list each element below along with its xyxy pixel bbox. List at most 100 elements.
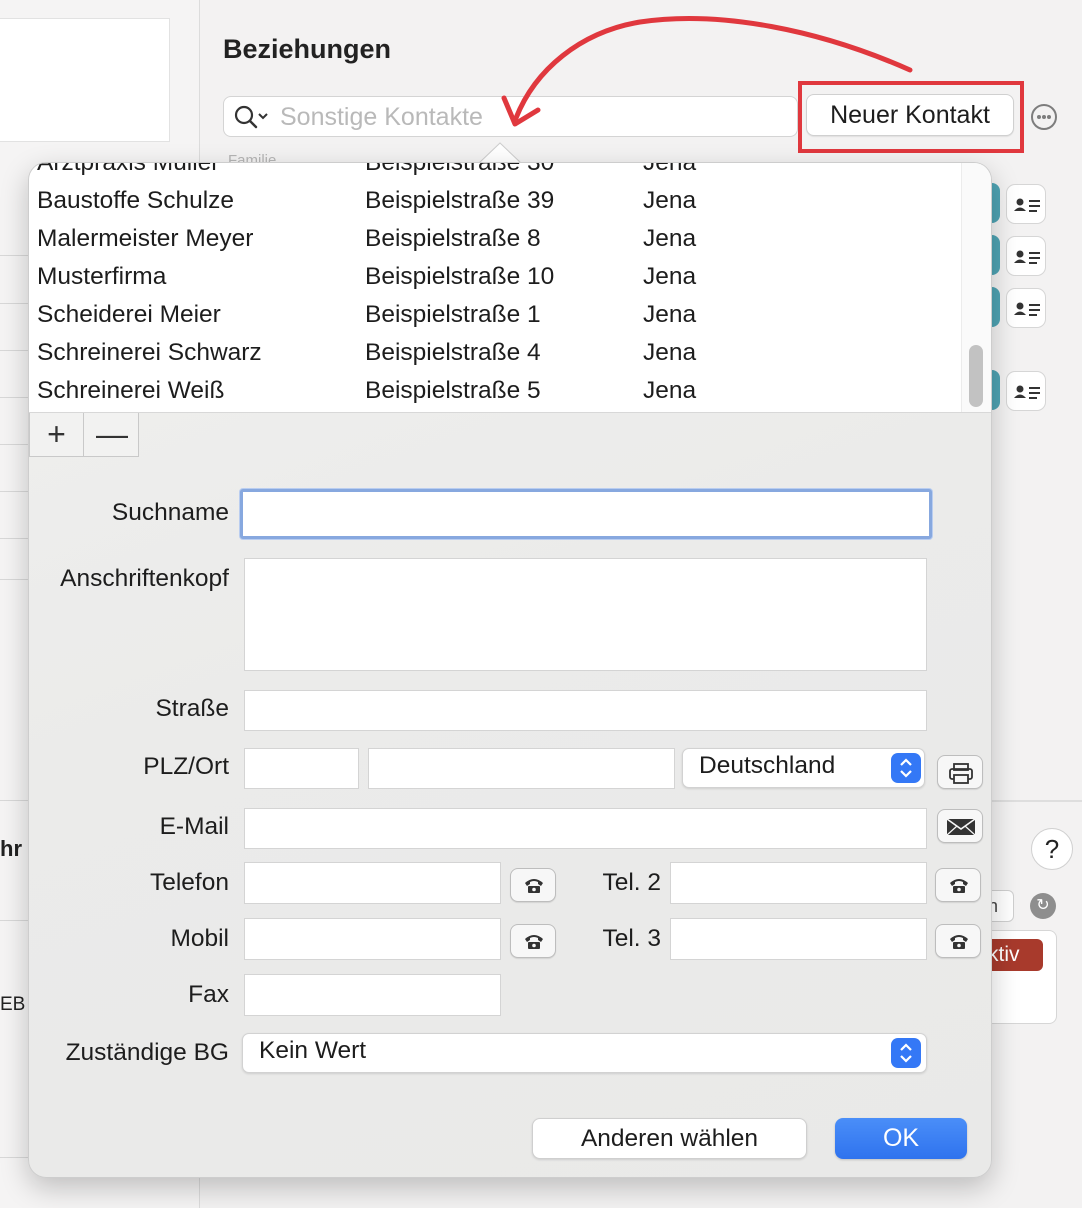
phone-icon — [525, 879, 543, 893]
left-row-divider — [0, 255, 28, 256]
fax-input[interactable] — [244, 974, 501, 1016]
contact-city: Jena — [643, 339, 697, 366]
left-row-divider — [0, 491, 28, 492]
email-input[interactable] — [244, 808, 927, 849]
search-input[interactable]: Sonstige Kontakte — [223, 96, 798, 137]
page-title: Beziehungen — [223, 34, 392, 64]
bg-select[interactable]: Kein Wert — [242, 1033, 927, 1073]
country-select-value: Deutschland — [699, 752, 836, 779]
contact-city: Jena — [643, 225, 697, 252]
left-row-divider — [0, 920, 28, 921]
phone-icon — [525, 935, 543, 949]
contact-name: Schreinerei Weiß — [37, 377, 225, 404]
popover-arrow — [478, 142, 522, 164]
print-address-button[interactable] — [937, 755, 983, 789]
contact-name: Baustoffe Schulze — [37, 187, 235, 214]
strasse-label: Straße — [155, 695, 229, 722]
plz-input[interactable] — [244, 748, 359, 789]
mobil-input[interactable] — [244, 918, 501, 960]
call-tel2-button[interactable] — [935, 868, 981, 902]
left-tag: EB — [0, 994, 26, 1015]
contact-card-button[interactable] — [1006, 184, 1046, 224]
contact-name: Arztpraxis Müller — [37, 163, 219, 177]
tel2-label: Tel. 2 — [602, 869, 661, 896]
left-row-divider — [0, 303, 28, 304]
bg-select-stepper-icon — [891, 1038, 921, 1068]
printer-icon — [949, 763, 973, 784]
ok-button[interactable]: OK — [835, 1118, 967, 1159]
left-preview-box — [0, 18, 170, 142]
choose-other-button[interactable]: Anderen wählen — [532, 1118, 807, 1159]
left-row-divider — [0, 444, 28, 445]
contact-card-button[interactable] — [1006, 236, 1046, 276]
refresh-icon[interactable]: ↻ — [1030, 893, 1056, 919]
annotation-highlight-box — [798, 81, 1024, 153]
contact-card-button[interactable] — [1006, 371, 1046, 411]
contact-card-icon — [1014, 385, 1040, 399]
add-contact-button[interactable]: + — [30, 413, 84, 456]
ort-input[interactable] — [368, 748, 675, 789]
remove-contact-button[interactable]: — — [85, 413, 139, 456]
list-item[interactable]: Baustoffe Schulze Beispielstraße 39 Jena — [29, 183, 959, 221]
status-badge: ktiv — [986, 939, 1043, 971]
list-item[interactable]: Malermeister Meyer Beispielstraße 8 Jena — [29, 221, 959, 259]
contact-card-button[interactable] — [1006, 288, 1046, 328]
contact-city: Jena — [643, 163, 696, 177]
contact-street: Beispielstraße 1 — [365, 301, 541, 328]
contact-street: Beispielstraße 10 — [365, 263, 555, 290]
list-item[interactable]: Schreinerei Schwarz Beispielstraße 4 Jen… — [29, 335, 959, 373]
section-divider — [990, 800, 1082, 802]
add-remove-control: + — — [29, 413, 139, 457]
more-options-icon[interactable] — [1031, 104, 1057, 130]
help-button[interactable]: ? — [1031, 828, 1073, 870]
bg-select-value: Kein Wert — [259, 1037, 367, 1064]
phone-icon — [950, 879, 968, 893]
telefon-label: Telefon — [149, 869, 229, 896]
contact-street: Beispielstraße 4 — [365, 339, 541, 366]
call-tel3-button[interactable] — [935, 924, 981, 958]
list-item[interactable]: Schreinerei Weiß Beispielstraße 5 Jena — [29, 373, 959, 411]
contact-street: Beispielstraße 30 — [365, 163, 554, 177]
list-item[interactable]: Musterfirma Beispielstraße 10 Jena — [29, 259, 959, 297]
email-label: E-Mail — [159, 813, 229, 840]
left-row-divider — [0, 579, 28, 580]
left-row-divider — [0, 538, 28, 539]
anschriftenkopf-label: Anschriftenkopf — [60, 565, 229, 592]
strasse-input[interactable] — [244, 690, 927, 731]
suchname-label: Suchname — [111, 499, 229, 526]
fax-label: Fax — [188, 981, 229, 1008]
left-row-divider — [0, 350, 28, 351]
send-email-button[interactable] — [937, 809, 983, 843]
list-item[interactable]: Arztpraxis Müller Beispielstraße 30 Jena — [29, 163, 959, 183]
plz-ort-label: PLZ/Ort — [143, 753, 229, 780]
contact-name: Schreinerei Schwarz — [37, 339, 262, 366]
list-item[interactable]: Scheiderei Meier Beispielstraße 1 Jena — [29, 297, 959, 335]
contact-card-icon — [1014, 250, 1040, 264]
contact-card-icon — [1014, 302, 1040, 316]
anschriftenkopf-textarea[interactable] — [244, 558, 927, 671]
tel2-input[interactable] — [670, 862, 927, 904]
search-icon — [234, 105, 268, 129]
suchname-input[interactable] — [240, 489, 932, 539]
tel3-input[interactable] — [670, 918, 927, 960]
search-placeholder: Sonstige Kontakte — [280, 103, 483, 131]
envelope-icon — [946, 818, 976, 836]
contact-name: Musterfirma — [37, 263, 167, 290]
left-row-divider — [0, 800, 28, 801]
call-mobil-button[interactable] — [510, 924, 556, 958]
call-telefon-button[interactable] — [510, 868, 556, 902]
telefon-input[interactable] — [244, 862, 501, 904]
contact-name: Malermeister Meyer — [37, 225, 254, 252]
contact-city: Jena — [643, 263, 697, 290]
contact-street: Beispielstraße 39 — [365, 187, 555, 214]
contact-city: Jena — [643, 377, 697, 404]
contact-list[interactable]: Arztpraxis Müller Beispielstraße 30 Jena… — [29, 163, 991, 413]
country-select[interactable]: Deutschland — [682, 748, 925, 788]
list-scrollbar-thumb[interactable] — [969, 345, 983, 407]
contact-city: Jena — [643, 301, 697, 328]
country-select-stepper-icon — [891, 753, 921, 783]
phone-icon — [950, 935, 968, 949]
contact-city: Jena — [643, 187, 697, 214]
left-section-heading: hr — [0, 836, 22, 861]
bg-label: Zuständige BG — [65, 1039, 229, 1066]
